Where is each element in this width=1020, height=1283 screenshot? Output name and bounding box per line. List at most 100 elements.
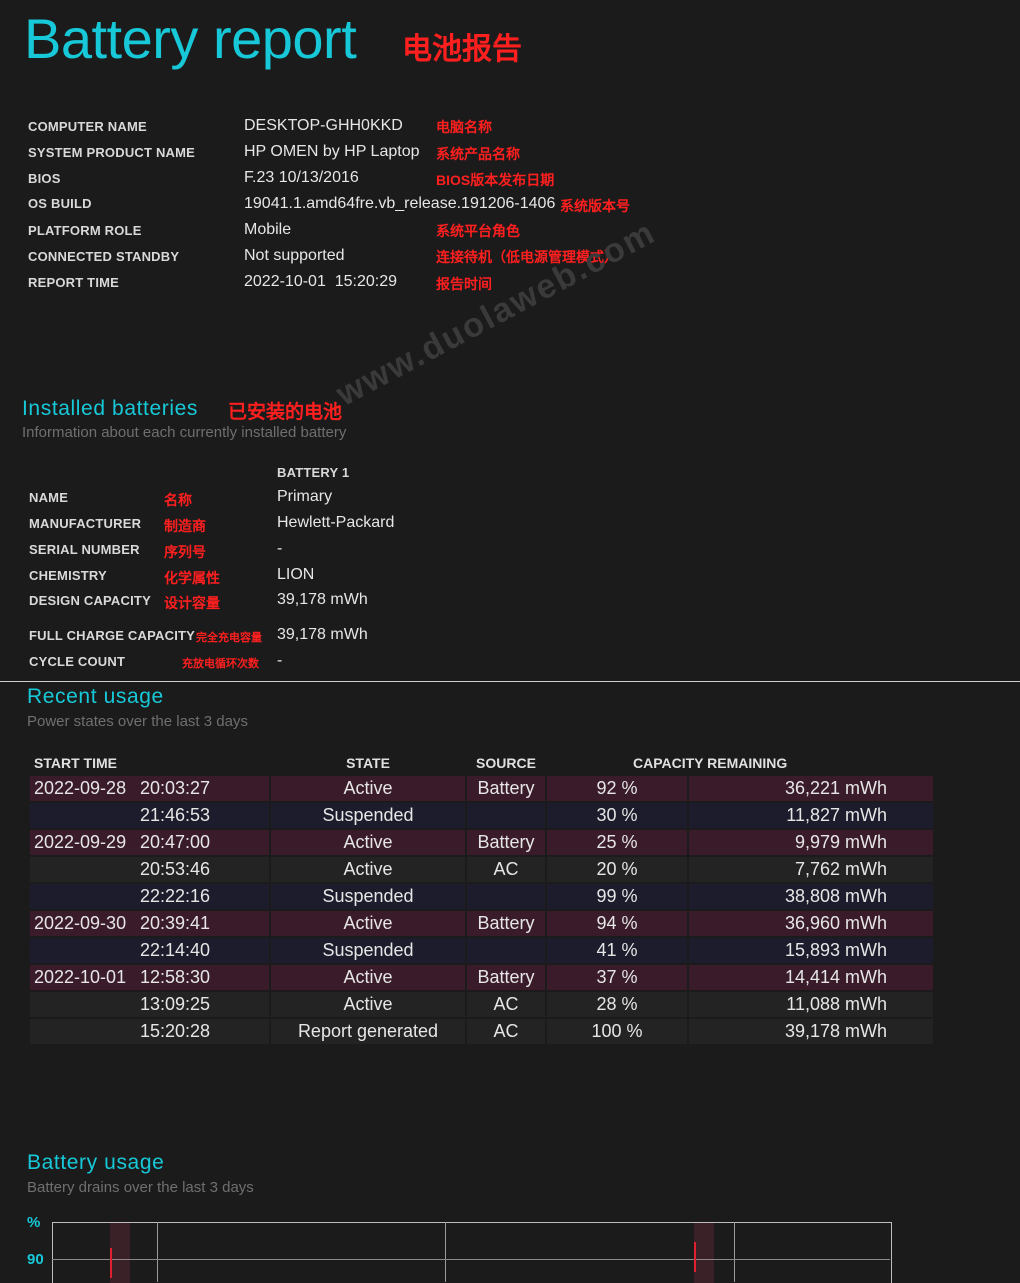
row-capacity: 9,979 mWh (689, 830, 933, 855)
report-time-label: REPORT TIME (28, 275, 120, 290)
battery-usage-subtitle: Battery drains over the last 3 days (27, 1179, 254, 1196)
computer-name-label: COMPUTER NAME (28, 119, 147, 134)
serial-number-label: SERIAL NUMBER (29, 542, 140, 557)
chemistry-value: LION (277, 566, 315, 583)
row-source: Battery (467, 830, 545, 855)
row-capacity: 36,960 mWh (689, 911, 933, 936)
cycle-count-annotation: 充放电循环次数 (182, 658, 259, 670)
drain-line (694, 1242, 696, 1272)
row-time: 20:53:46 (140, 859, 211, 879)
column-header-start-time: START TIME (34, 755, 117, 771)
table-row: 22:14:40 Suspended 41 % 15,893 mWh (30, 938, 933, 963)
table-row: 21:46:53 Suspended 30 % 11,827 mWh (30, 803, 933, 828)
row-percent: 94 % (547, 911, 687, 936)
design-capacity-annotation: 设计容量 (164, 595, 220, 611)
column-header-capacity: CAPACITY REMAINING (633, 755, 788, 771)
chart-gridline (157, 1222, 158, 1282)
column-header-state: STATE (346, 755, 390, 771)
row-state: Active (271, 992, 465, 1017)
chart-gridline-90 (52, 1259, 890, 1260)
column-header-source: SOURCE (476, 755, 536, 771)
full-charge-capacity-annotation: 完全充电容量 (196, 632, 262, 644)
drain-band (694, 1223, 714, 1283)
row-date: 2022-09-28 (34, 778, 127, 798)
table-row: 13:09:25 Active AC 28 % 11,088 mWh (30, 992, 933, 1017)
row-source: Battery (467, 911, 545, 936)
row-time: 20:47:00 (140, 832, 211, 852)
drain-line (110, 1248, 112, 1278)
row-state: Active (271, 776, 465, 801)
recent-usage-table: START TIME STATE SOURCE CAPACITY REMAINI… (28, 750, 935, 1046)
watermark: www.duolaweb.com (330, 213, 662, 414)
table-header-row: START TIME STATE SOURCE CAPACITY REMAINI… (30, 752, 933, 774)
row-percent: 100 % (547, 1019, 687, 1044)
os-build-label: OS BUILD (28, 196, 92, 211)
platform-role-annotation: 系统平台角色 (436, 223, 520, 239)
row-source (467, 884, 545, 909)
row-state: Suspended (271, 938, 465, 963)
full-charge-capacity-value: 39,178 mWh (277, 626, 368, 643)
bios-annotation: BIOS版本发布日期 (436, 172, 555, 188)
y-axis-unit: % (27, 1214, 41, 1231)
table-row: 2022-09-29 20:47:00 Active Battery 25 % 9… (30, 830, 933, 855)
battery-name-label: NAME (29, 490, 69, 505)
row-time: 13:09:25 (140, 994, 211, 1014)
row-source: Battery (467, 965, 545, 990)
row-time: 22:22:16 (140, 886, 211, 906)
serial-number-annotation: 序列号 (164, 544, 206, 560)
row-percent: 20 % (547, 857, 687, 882)
drain-band (110, 1223, 130, 1283)
report-time-annotation: 报告时间 (436, 276, 492, 292)
cycle-count-label: CYCLE COUNT (29, 654, 126, 669)
row-state: Active (271, 911, 465, 936)
table-row: 2022-10-01 12:58:30 Active Battery 37 % 1… (30, 965, 933, 990)
row-percent: 37 % (547, 965, 687, 990)
design-capacity-value: 39,178 mWh (277, 591, 368, 608)
row-percent: 41 % (547, 938, 687, 963)
manufacturer-label: MANUFACTURER (29, 516, 142, 531)
bios-label: BIOS (28, 171, 61, 186)
battery-column-header: BATTERY 1 (277, 465, 350, 480)
row-state: Report generated (271, 1019, 465, 1044)
row-date: 2022-10-01 (34, 967, 127, 987)
table-row: 22:22:16 Suspended 99 % 38,808 mWh (30, 884, 933, 909)
os-build-value: 19041.1.amd64fre.vb_release.191206-1406 (244, 195, 556, 212)
row-source (467, 803, 545, 828)
chart-gridline (734, 1222, 735, 1282)
row-capacity: 7,762 mWh (689, 857, 933, 882)
page-title: Battery report (24, 7, 357, 70)
row-source: AC (467, 992, 545, 1017)
manufacturer-value: Hewlett-Packard (277, 514, 395, 531)
section-divider (0, 681, 1020, 682)
row-percent: 28 % (547, 992, 687, 1017)
row-capacity: 14,414 mWh (689, 965, 933, 990)
table-row: 20:53:46 Active AC 20 % 7,762 mWh (30, 857, 933, 882)
platform-role-label: PLATFORM ROLE (28, 223, 142, 238)
table-row: 15:20:28 Report generated AC 100 % 39,17… (30, 1019, 933, 1044)
table-row: 2022-09-28 20:03:27 Active Battery 92 % 3… (30, 776, 933, 801)
page-title-annotation: 电池报告 (402, 33, 522, 66)
chart-frame (52, 1222, 892, 1283)
row-source: AC (467, 857, 545, 882)
row-state: Suspended (271, 803, 465, 828)
row-capacity: 15,893 mWh (689, 938, 933, 963)
chart-gridline (445, 1222, 446, 1282)
row-state: Suspended (271, 884, 465, 909)
report-time-value: 2022-10-01 15:20:29 (244, 273, 398, 290)
product-name-value: HP OMEN by HP Laptop (244, 143, 420, 160)
bios-value: F.23 10/13/2016 (244, 169, 359, 186)
cycle-count-value: - (277, 652, 283, 669)
row-time: 15:20:28 (140, 1021, 211, 1041)
serial-number-value: - (277, 540, 283, 557)
row-percent: 25 % (547, 830, 687, 855)
full-charge-capacity-label: FULL CHARGE CAPACITY (29, 628, 196, 643)
row-state: Active (271, 830, 465, 855)
battery-name-annotation: 名称 (164, 492, 192, 508)
y-axis-tick-90: 90 (27, 1251, 44, 1268)
computer-name-annotation: 电脑名称 (436, 119, 492, 135)
installed-batteries-annotation: 已安装的电池 (228, 402, 343, 423)
chemistry-annotation: 化学属性 (164, 570, 220, 586)
design-capacity-label: DESIGN CAPACITY (29, 593, 151, 608)
row-percent: 92 % (547, 776, 687, 801)
product-name-annotation: 系统产品名称 (436, 146, 520, 162)
